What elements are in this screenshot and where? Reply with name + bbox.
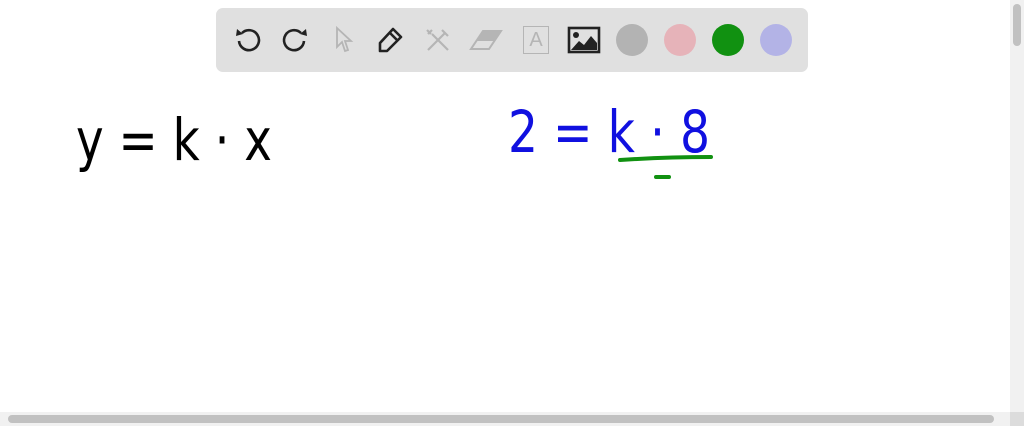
vertical-scrollbar[interactable] [1010, 0, 1024, 412]
color-swatch-gray[interactable] [616, 24, 648, 56]
toolbar: A [216, 8, 808, 72]
eraser-icon [469, 30, 503, 50]
pen-icon [378, 27, 403, 53]
image-tool-button[interactable] [566, 22, 602, 58]
eraser-button[interactable] [468, 22, 504, 58]
undo-icon [236, 28, 261, 52]
scrollbar-corner [1010, 412, 1024, 426]
text-icon: A [523, 26, 549, 54]
color-swatch-lavender[interactable] [760, 24, 792, 56]
tools-button[interactable] [420, 22, 456, 58]
tools-icon [426, 29, 449, 51]
vertical-scrollbar-thumb[interactable] [1013, 4, 1021, 46]
redo-icon [282, 28, 307, 52]
horizontal-scrollbar[interactable] [0, 412, 1010, 426]
pen-tool-button[interactable] [372, 22, 408, 58]
select-arrow-icon [336, 25, 354, 53]
select-tool-button[interactable] [326, 22, 362, 58]
redo-button[interactable] [277, 22, 313, 58]
handwriting-equation-y-equals-kx: y = k · x [76, 106, 272, 174]
color-swatch-pink[interactable] [664, 24, 696, 56]
undo-button[interactable] [230, 22, 266, 58]
image-icon [567, 26, 601, 54]
text-tool-button[interactable]: A [518, 22, 554, 58]
horizontal-scrollbar-thumb[interactable] [8, 415, 994, 423]
color-swatch-green[interactable] [712, 24, 744, 56]
